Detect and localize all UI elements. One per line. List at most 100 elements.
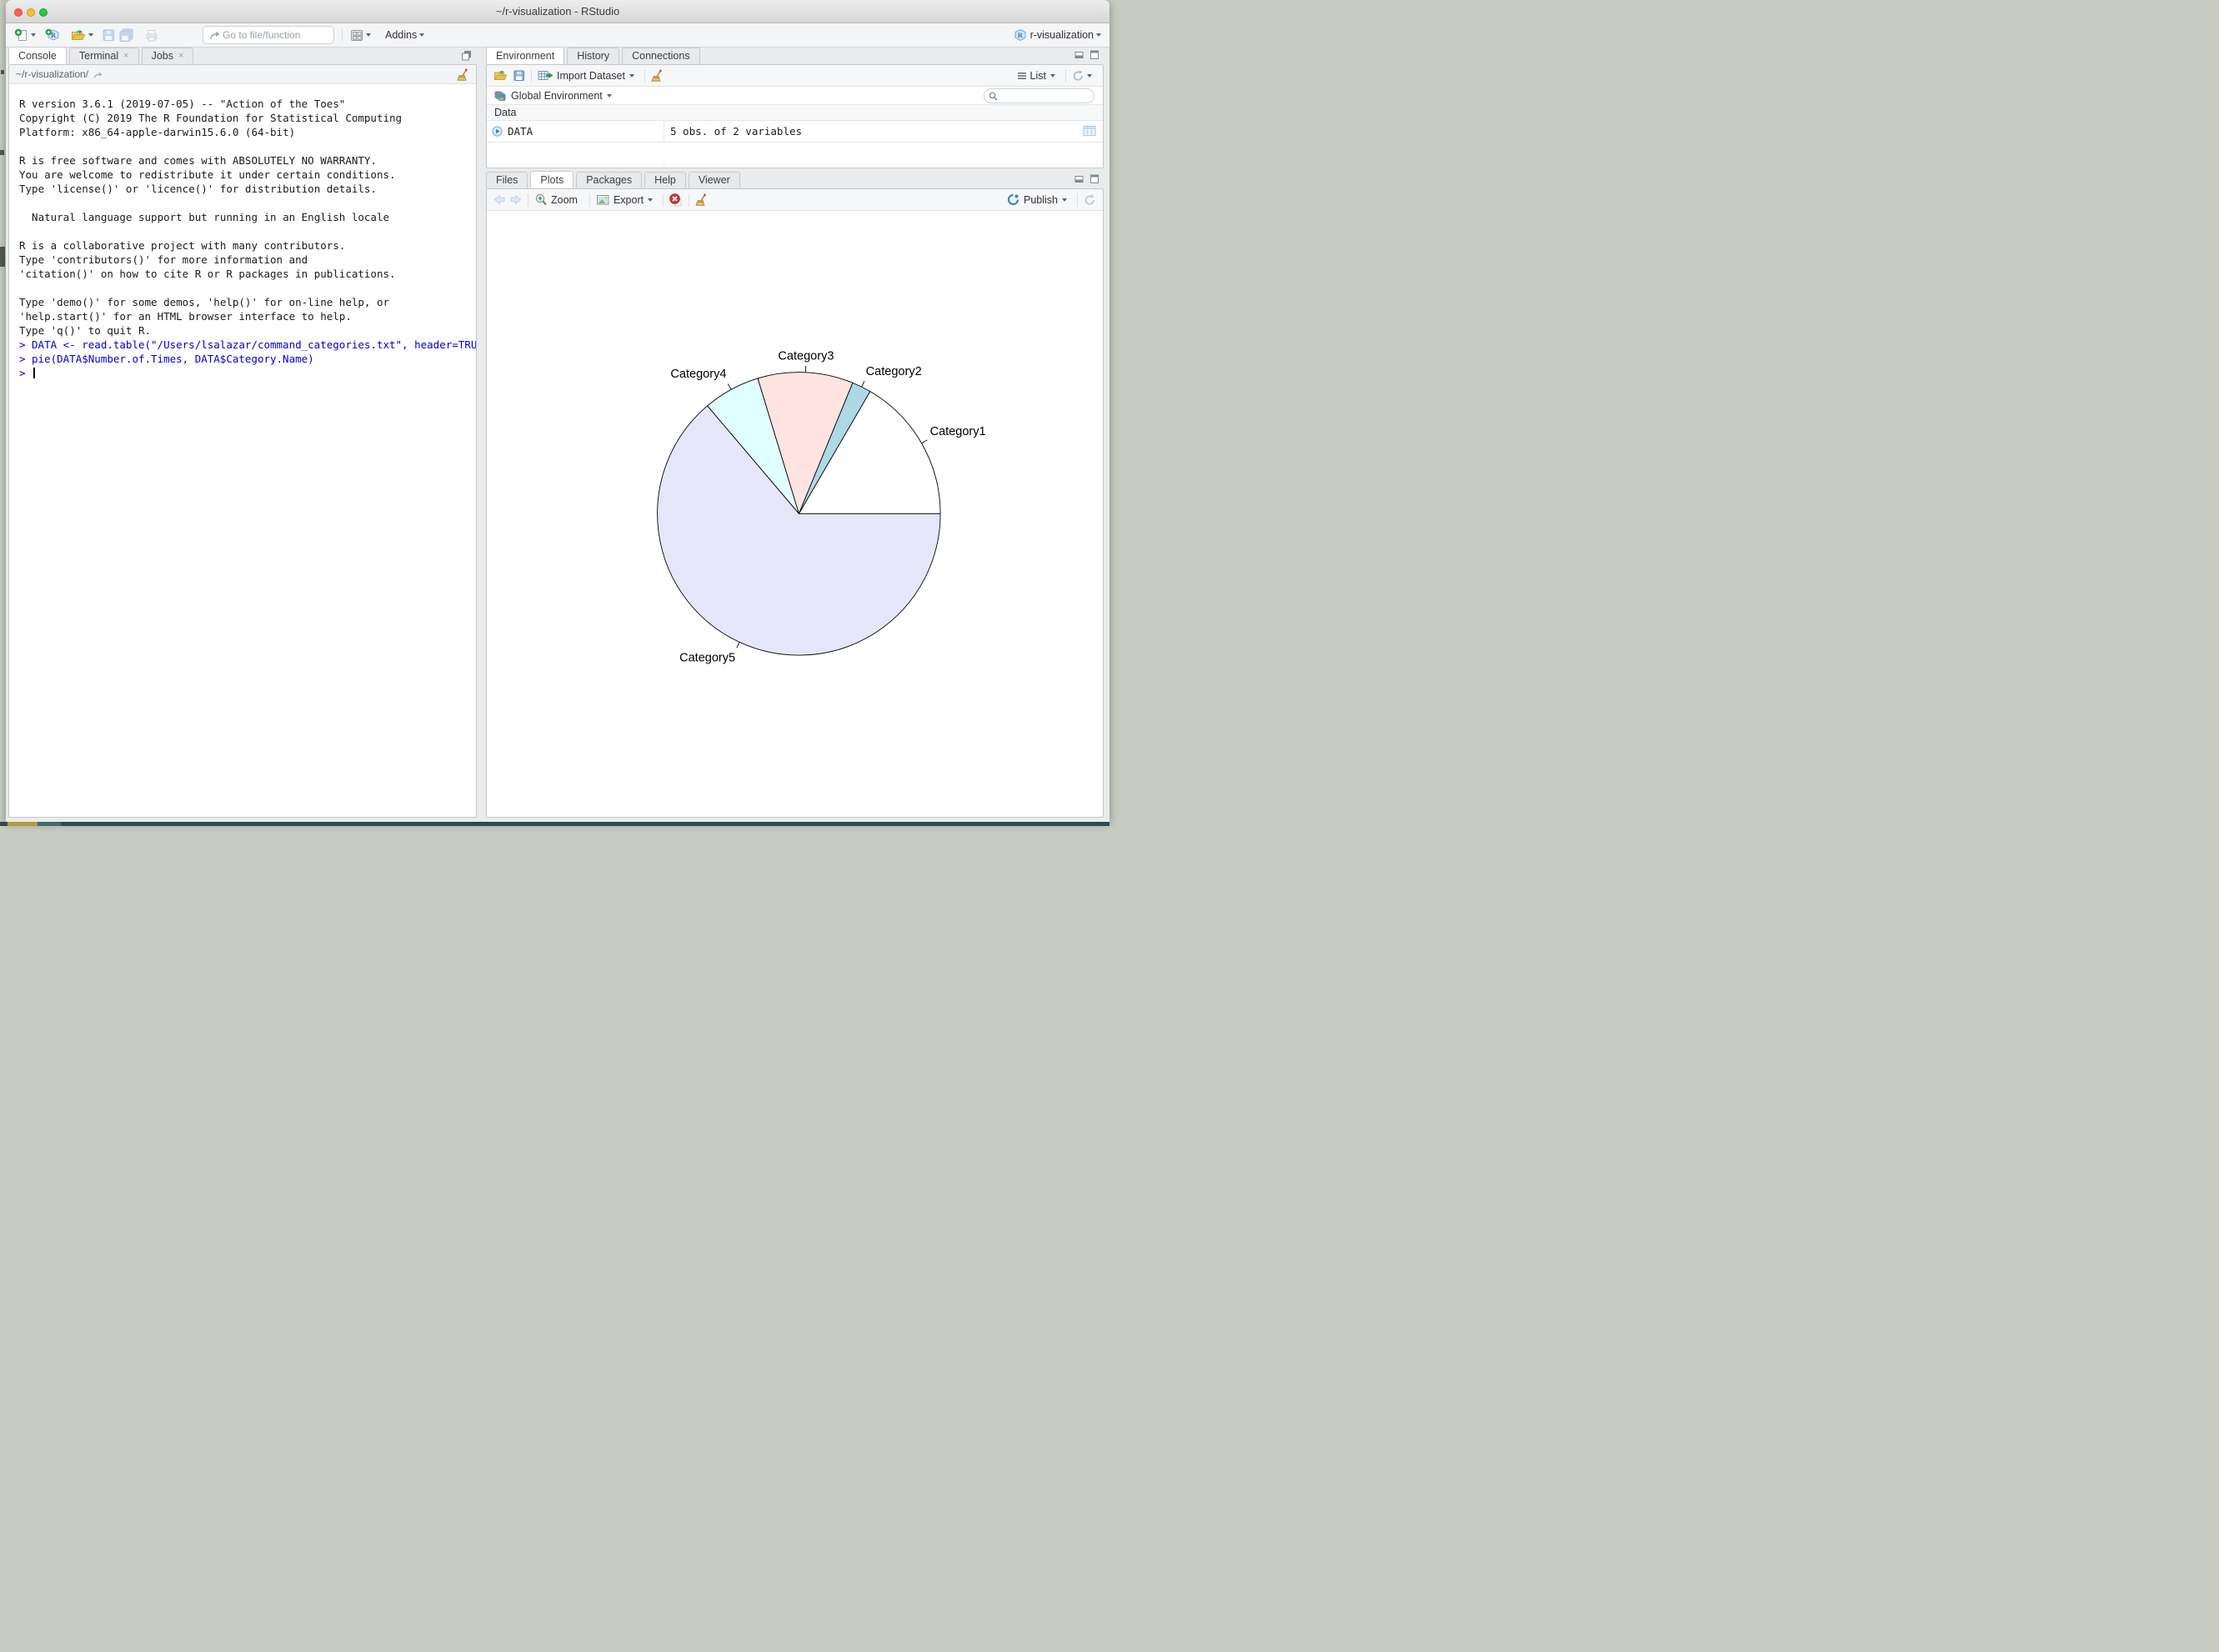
clear-all-plots-icon[interactable] xyxy=(695,193,708,206)
tab-help-label: Help xyxy=(654,173,676,188)
r-project-icon: R xyxy=(1014,28,1027,42)
tab-packages-label: Packages xyxy=(586,173,632,188)
tab-console-label: Console xyxy=(18,48,57,64)
pane-grid-icon xyxy=(350,29,363,42)
toolbar-divider xyxy=(342,28,343,42)
toolbar-divider xyxy=(1077,193,1078,207)
tab-environment-label: Environment xyxy=(496,48,554,64)
load-workspace-icon[interactable] xyxy=(493,70,508,82)
main-toolbar: R xyxy=(6,23,1110,48)
workspace: Console Terminal × Jobs × ~/r xyxy=(6,47,1110,822)
tab-packages[interactable]: Packages xyxy=(576,172,642,188)
pie-label-tick xyxy=(862,381,864,387)
close-icon[interactable]: × xyxy=(123,52,128,61)
chevron-down-icon xyxy=(419,33,424,37)
tab-connections[interactable]: Connections xyxy=(622,48,700,64)
tab-console[interactable]: Console xyxy=(8,47,67,64)
console-command-line: >DATA <- read.table("/Users/lsalazar/com… xyxy=(19,338,466,352)
minimize-window-button[interactable] xyxy=(27,8,35,17)
chevron-down-icon xyxy=(629,74,634,78)
close-icon[interactable]: × xyxy=(178,52,183,61)
tab-environment[interactable]: Environment xyxy=(486,47,564,64)
restore-pane-icon[interactable] xyxy=(461,50,473,61)
environment-object-row[interactable]: DATA 5 obs. of 2 variables xyxy=(487,121,1103,143)
open-folder-icon xyxy=(71,29,86,42)
console-command: pie(DATA$Number.of.Times, DATA$Category.… xyxy=(32,353,314,365)
console-pane: Console Terminal × Jobs × ~/r xyxy=(8,48,477,818)
console-output-area[interactable]: R version 3.6.1 (2019-07-05) -- "Action … xyxy=(9,83,476,817)
pane-layout-button[interactable] xyxy=(350,29,371,42)
tab-files[interactable]: Files xyxy=(486,172,528,188)
tab-help[interactable]: Help xyxy=(644,172,686,188)
remove-plot-icon[interactable] xyxy=(669,193,683,207)
new-file-button[interactable] xyxy=(14,28,36,43)
maximize-pane-icon[interactable] xyxy=(1089,174,1099,183)
pie-chart-svg: Category1Category2Category3Category4Cate… xyxy=(487,227,1103,817)
list-mode-label: List xyxy=(1030,70,1046,82)
tab-viewer[interactable]: Viewer xyxy=(689,172,740,188)
close-window-button[interactable] xyxy=(14,8,23,17)
environment-scope-label[interactable]: Global Environment xyxy=(511,90,603,102)
project-selector[interactable]: R r-visualization xyxy=(1014,28,1101,42)
window-title: ~/r-visualization - RStudio xyxy=(6,0,1110,23)
tab-history[interactable]: History xyxy=(567,48,619,64)
maximize-pane-icon[interactable] xyxy=(1089,50,1099,59)
toolbar-divider xyxy=(1065,69,1066,83)
console-command: DATA <- read.table("/Users/lsalazar/comm… xyxy=(32,338,476,351)
environment-view-mode[interactable]: List xyxy=(1017,70,1055,82)
goto-file-input[interactable] xyxy=(221,28,328,42)
zoom-magnifier-icon xyxy=(534,193,548,207)
plots-pane: Files Plots Packages Help Viewer xyxy=(486,172,1104,818)
console-pane-body: ~/r-visualization/ R version 3.6.1 (2019… xyxy=(8,64,477,818)
export-plot-button[interactable]: Export xyxy=(596,193,653,206)
open-file-button[interactable] xyxy=(71,29,93,42)
background-strip-segment xyxy=(8,822,38,826)
save-all-button[interactable] xyxy=(119,28,134,42)
print-button[interactable] xyxy=(145,29,158,42)
background-window-sliver xyxy=(0,247,5,267)
minimize-pane-icon[interactable] xyxy=(1074,174,1084,183)
addins-label: Addins xyxy=(385,29,417,41)
refresh-environment-button[interactable] xyxy=(1072,70,1092,82)
next-plot-icon[interactable] xyxy=(509,194,522,205)
toolbar-divider xyxy=(589,193,590,207)
save-workspace-icon[interactable] xyxy=(513,70,525,82)
chevron-down-icon xyxy=(1062,198,1067,202)
goto-directory-icon[interactable] xyxy=(93,70,103,79)
plot-area: Category1Category2Category3Category4Cate… xyxy=(487,227,1103,817)
tab-terminal[interactable]: Terminal × xyxy=(69,48,139,64)
expand-object-icon[interactable] xyxy=(492,126,503,137)
tab-jobs[interactable]: Jobs × xyxy=(142,48,194,64)
console-output: R version 3.6.1 (2019-07-05) -- "Action … xyxy=(19,97,466,338)
chevron-down-icon xyxy=(1096,33,1101,37)
goto-file-search[interactable] xyxy=(203,26,334,44)
publish-label: Publish xyxy=(1024,194,1058,206)
clear-environment-icon[interactable] xyxy=(651,69,664,82)
chevron-down-icon xyxy=(88,33,93,37)
tab-plots[interactable]: Plots xyxy=(530,171,574,188)
new-project-button[interactable]: R xyxy=(45,28,60,43)
refresh-icon xyxy=(1072,70,1084,82)
console-tabbar: Console Terminal × Jobs × xyxy=(8,48,477,64)
zoom-plot-button[interactable]: Zoom xyxy=(534,193,579,207)
chevron-down-icon xyxy=(1050,74,1055,78)
publish-button[interactable]: Publish xyxy=(1007,193,1067,206)
console-input-line[interactable]: > xyxy=(19,366,466,380)
plots-toolbar: Zoom Export xyxy=(487,189,1103,211)
minimize-pane-icon[interactable] xyxy=(1074,50,1084,59)
console-prompt: > xyxy=(19,367,26,379)
import-dataset-button[interactable]: Import Dataset xyxy=(538,69,634,82)
view-data-grid-icon[interactable] xyxy=(1083,125,1096,137)
refresh-plot-icon[interactable] xyxy=(1084,194,1096,206)
environment-search-input[interactable] xyxy=(1000,90,1089,102)
zoom-window-button[interactable] xyxy=(39,8,48,17)
clear-console-icon[interactable] xyxy=(457,68,469,81)
tab-history-label: History xyxy=(577,48,609,64)
previous-plot-icon[interactable] xyxy=(493,194,506,205)
environment-search-box[interactable] xyxy=(984,88,1094,103)
pie-label-tick xyxy=(921,440,927,443)
save-button[interactable] xyxy=(103,29,115,42)
addins-menu[interactable]: Addins xyxy=(382,29,424,41)
rstudio-window: ~/r-visualization - RStudio R xyxy=(6,0,1110,822)
import-dataset-icon xyxy=(538,69,553,82)
